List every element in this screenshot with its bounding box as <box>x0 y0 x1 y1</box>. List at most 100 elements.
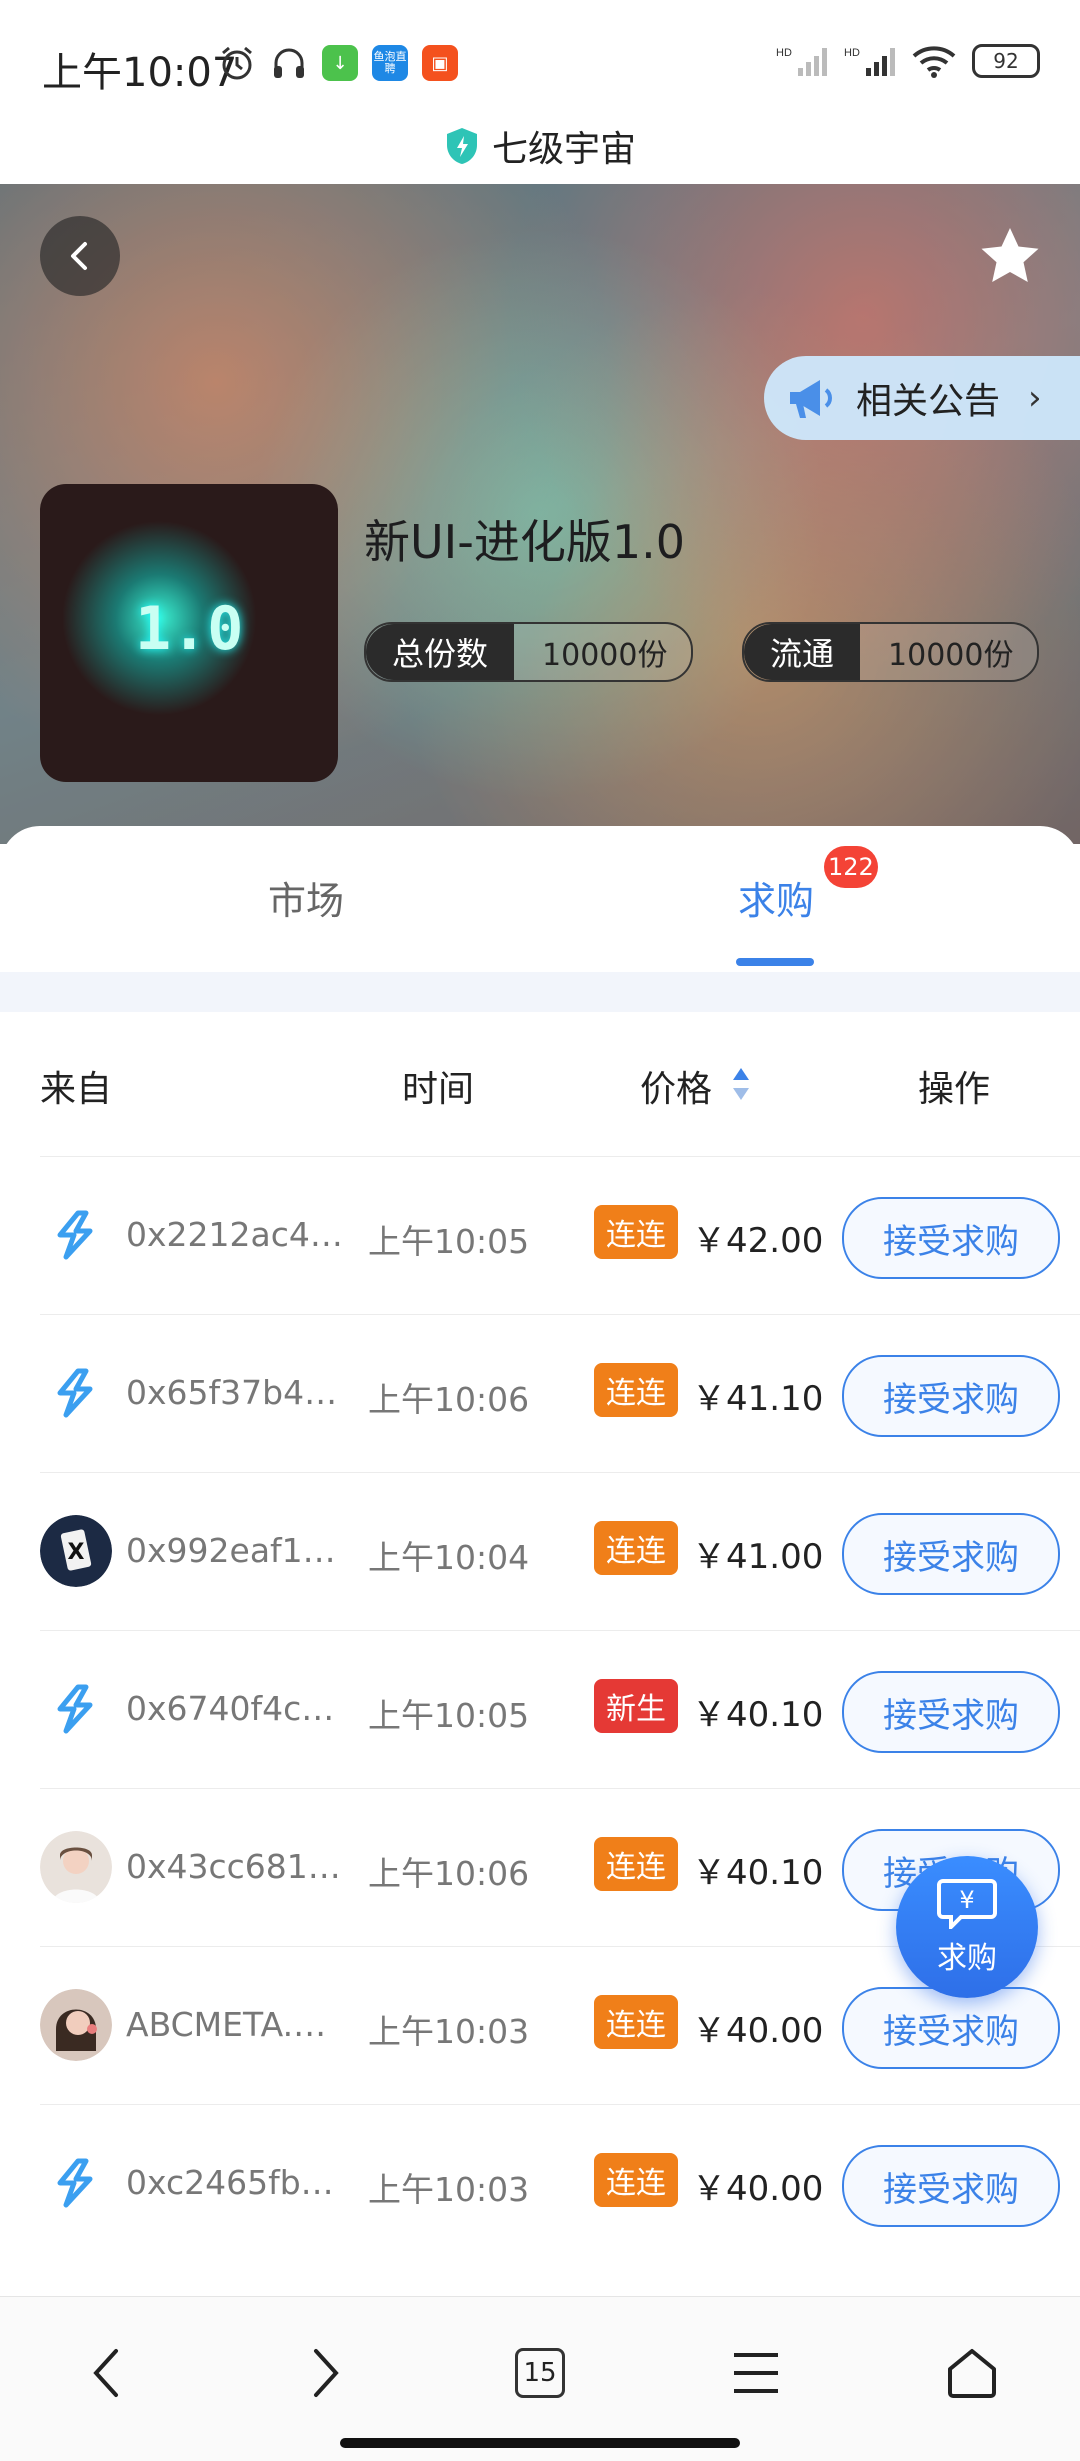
stat-total-value: 10000份 <box>514 624 692 680</box>
row-time: 上午10:06 <box>368 1380 530 1419</box>
bolt-avatar-icon <box>57 1368 93 1418</box>
buy-count-badge: 122 <box>824 846 878 888</box>
payment-tag: 连连 <box>594 1205 678 1259</box>
table-row: 0x65f37b4… 上午10:06 连连 ￥41.10 接受求购 <box>40 1314 1080 1473</box>
status-right: HD HD 92 <box>776 44 1040 78</box>
row-time: 上午10:04 <box>368 1538 530 1577</box>
accept-request-button[interactable]: 接受求购 <box>842 1513 1060 1595</box>
chevron-left-icon <box>93 2349 118 2397</box>
section-divider <box>0 972 1080 1012</box>
battery-indicator: 92 <box>972 44 1040 78</box>
card-avatar-icon: X <box>40 1515 112 1587</box>
accept-request-button[interactable]: 接受求购 <box>842 1355 1060 1437</box>
row-address: 0x65f37b4… <box>126 1373 338 1412</box>
bolt-avatar-icon <box>57 1210 93 1260</box>
accept-request-button[interactable]: 接受求购 <box>842 2145 1060 2227</box>
yupao-app-icon: 鱼泡直聘 <box>372 45 408 81</box>
home-indicator <box>340 2438 740 2448</box>
browser-menu-button[interactable] <box>726 2343 786 2403</box>
payment-tag: 连连 <box>594 1995 678 2049</box>
row-address: 0x43cc681… <box>126 1847 341 1886</box>
buy-request-fab[interactable]: ¥ 求购 <box>896 1856 1038 1998</box>
row-price: ￥40.00 <box>692 2169 824 2209</box>
header-action: 操作 <box>918 1069 991 1110</box>
sort-icon[interactable] <box>730 1064 752 1104</box>
alarm-icon <box>222 46 252 80</box>
browser-tabs-button[interactable]: 15 <box>510 2343 570 2403</box>
person-avatar-icon <box>40 1831 112 1903</box>
payment-tag: 连连 <box>594 1521 678 1575</box>
avatar <box>40 1989 112 2061</box>
row-price: ￥41.10 <box>692 1379 824 1419</box>
table-row: 0x2212ac4… 上午10:05 连连 ￥42.00 接受求购 <box>40 1156 1080 1315</box>
notice-button[interactable]: 相关公告 › <box>764 356 1080 440</box>
row-address: 0xc2465fb… <box>126 2163 334 2202</box>
browser-forward-button[interactable] <box>296 2343 356 2403</box>
home-icon <box>948 2349 996 2398</box>
star-icon <box>981 228 1039 282</box>
tab-buy[interactable]: 求购 <box>738 870 814 925</box>
chevron-right-icon <box>314 2349 339 2397</box>
active-tab-indicator <box>736 958 814 966</box>
row-time: 上午10:05 <box>368 1222 530 1261</box>
table-row: 0xc2465fb… 上午10:03 连连 ￥40.00 接受求购 <box>40 2104 1080 2263</box>
stat-total: 总份数 10000份 <box>364 622 694 682</box>
app-bar: 七级宇宙 <box>0 108 1080 185</box>
notice-label: 相关公告 <box>856 381 1001 422</box>
table-row: X 0x992eaf1… 上午10:04 连连 ￥41.00 接受求购 <box>40 1472 1080 1631</box>
row-address: 0x6740f4c… <box>126 1689 335 1728</box>
stat-circulation: 流通 10000份 <box>742 622 1040 682</box>
row-address: ABCMETA.… <box>126 2005 327 2044</box>
signal-icon: HD <box>844 47 895 76</box>
stat-circulation-key: 流通 <box>744 624 861 680</box>
payment-tag: 新生 <box>594 1679 678 1733</box>
browser-bottom-bar: 15 <box>0 2296 1080 2461</box>
tab-count: 15 <box>515 2348 565 2398</box>
megaphone-icon <box>790 380 832 418</box>
row-address: 0x992eaf1… <box>126 1531 336 1570</box>
signal-icon: HD <box>776 47 827 76</box>
wifi-icon <box>912 46 956 78</box>
table-header: 来自 时间 价格 操作 <box>0 1012 1080 1156</box>
accept-request-button[interactable]: 接受求购 <box>842 1197 1060 1279</box>
avatar <box>40 2147 112 2219</box>
tab-market[interactable]: 市场 <box>268 870 344 925</box>
payment-tag: 连连 <box>594 1837 678 1891</box>
fab-symbol: ¥ <box>959 1886 974 1914</box>
cover-number: 1.0 <box>135 594 244 664</box>
chevron-right-icon: › <box>1028 378 1042 418</box>
product-cover-image: 1.0 <box>40 484 338 782</box>
table-row: 0x6740f4c… 上午10:05 新生 ￥40.10 接受求购 <box>40 1630 1080 1789</box>
browser-home-button[interactable] <box>942 2343 1002 2403</box>
row-price: ￥40.00 <box>692 2011 824 2051</box>
person-avatar-icon <box>40 1989 112 2061</box>
payment-tag: 连连 <box>594 1363 678 1417</box>
stat-circulation-value: 10000份 <box>860 624 1038 680</box>
shield-icon <box>446 128 477 164</box>
accept-request-button[interactable]: 接受求购 <box>842 1671 1060 1753</box>
row-price: ￥41.00 <box>692 1537 824 1577</box>
hero-banner: 相关公告 › 1.0 新UI-进化版1.0 总份数 10000份 流通 1000… <box>0 184 1080 844</box>
row-time: 上午10:03 <box>368 2012 530 2051</box>
avatar <box>40 1831 112 1903</box>
avatar: X <box>40 1515 112 1587</box>
browser-back-button[interactable] <box>76 2343 136 2403</box>
row-address: 0x2212ac4… <box>126 1215 343 1254</box>
status-time: 上午10:07 <box>42 50 238 96</box>
row-time: 上午10:03 <box>368 2170 530 2209</box>
row-price: ￥40.10 <box>692 1853 824 1893</box>
header-time: 时间 <box>402 1069 475 1110</box>
svg-text:HD: HD <box>844 47 860 59</box>
tab-bar: 市场 求购 122 <box>0 826 1080 972</box>
product-name: 新UI-进化版1.0 <box>364 515 685 569</box>
bolt-avatar-icon <box>57 2158 93 2208</box>
status-app-icons: ↓ 鱼泡直聘 ▣ <box>218 44 458 82</box>
header-price[interactable]: 价格 <box>640 1060 712 1112</box>
row-time: 上午10:06 <box>368 1854 530 1893</box>
download-app-icon: ↓ <box>322 45 358 81</box>
avatar <box>40 1199 112 1271</box>
stat-total-key: 总份数 <box>366 624 515 680</box>
back-button[interactable] <box>40 216 120 296</box>
favorite-button[interactable] <box>976 222 1044 290</box>
accept-request-button[interactable]: 接受求购 <box>842 1987 1060 2069</box>
